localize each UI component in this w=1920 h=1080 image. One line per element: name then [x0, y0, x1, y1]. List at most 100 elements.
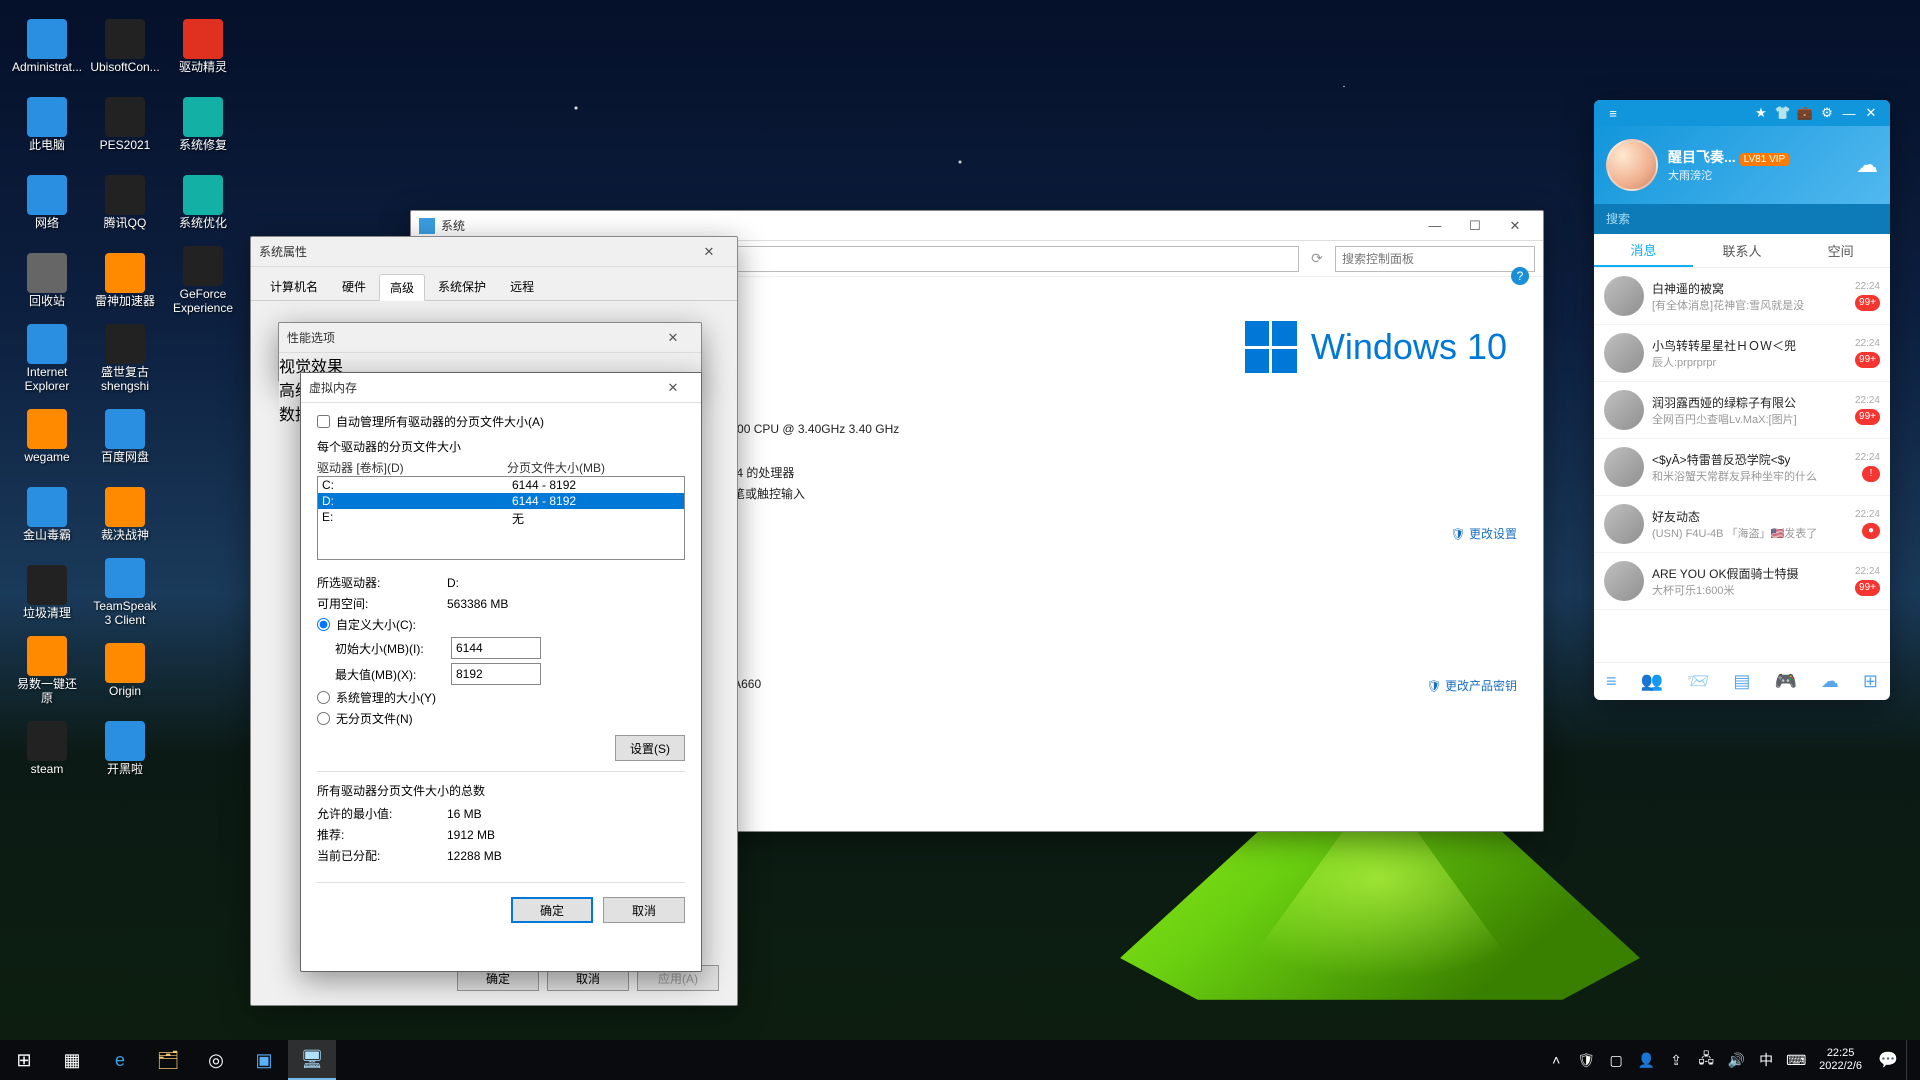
- close-button[interactable]: ✕: [1495, 212, 1535, 240]
- chat-item[interactable]: ARE YOU OK假面骑士特摄 大杯可乐1:600米 22:24 99+: [1594, 553, 1890, 610]
- desktop-icon[interactable]: 垃圾清理: [10, 556, 84, 630]
- tab[interactable]: 系统保护: [427, 273, 497, 300]
- gear-icon[interactable]: ⚙: [1816, 105, 1838, 121]
- tray-keyboard-icon[interactable]: ⌨: [1781, 1052, 1811, 1069]
- chat-item[interactable]: 好友动态 (USN) F4U-4B 「海盗」🇺🇸发表了 22:24 ●: [1594, 496, 1890, 553]
- action-center-icon[interactable]: 💬: [1870, 1050, 1906, 1070]
- close-button[interactable]: ✕: [653, 374, 693, 402]
- menu-icon[interactable]: ≡: [1606, 671, 1617, 692]
- tab[interactable]: 远程: [499, 273, 545, 300]
- mail-icon[interactable]: 📨: [1687, 671, 1709, 692]
- tray-network-icon[interactable]: 🖧: [1691, 1048, 1721, 1072]
- custom-size-input[interactable]: [317, 618, 330, 631]
- bag-icon[interactable]: 💼: [1794, 105, 1816, 121]
- chat-item[interactable]: 小鸟转转星星社ＨＯＷ＜兜 辰人:prprprpr 22:24 99+: [1594, 325, 1890, 382]
- desktop-icon[interactable]: PES2021: [88, 88, 162, 162]
- tray-ime-icon[interactable]: 中: [1751, 1050, 1781, 1070]
- tray-app-icon[interactable]: ▢: [1601, 1052, 1631, 1069]
- menu-icon[interactable]: ≡: [1602, 106, 1624, 121]
- system-managed-input[interactable]: [317, 691, 330, 704]
- desktop-icon[interactable]: 裁决战神: [88, 478, 162, 552]
- desktop-icon[interactable]: 盛世复古shengshi: [88, 322, 162, 396]
- avatar[interactable]: [1606, 139, 1658, 191]
- app-center-icon[interactable]: ▤: [1733, 671, 1750, 692]
- tray-shield-icon[interactable]: 🛡: [1571, 1052, 1601, 1069]
- clock[interactable]: 22:25 2022/2/6: [1811, 1047, 1870, 1073]
- chat-item[interactable]: 白神遥的被窝 [有全体消息]花神官:雪风就是没 22:24 99+: [1594, 268, 1890, 325]
- desktop-icon[interactable]: 百度网盘: [88, 400, 162, 474]
- chat-item[interactable]: 润羽露西娅的绿粽子有限公 全网百円尐查唱Lv.MaX:[图片] 22:24 99…: [1594, 382, 1890, 439]
- chat-item[interactable]: <$yĀ>特雷普反恐学院<$y 和米浴蟹天常群友异种坐牢的什么 22:24 !: [1594, 439, 1890, 496]
- search-input[interactable]: [1602, 208, 1882, 230]
- close-button[interactable]: ✕: [653, 324, 693, 352]
- start-button[interactable]: ⊞: [0, 1040, 48, 1080]
- help-icon[interactable]: ?: [1511, 267, 1529, 285]
- desktop-icon[interactable]: 系统优化: [166, 166, 240, 240]
- contacts-icon[interactable]: 👥: [1641, 671, 1663, 692]
- search-input[interactable]: [1335, 246, 1535, 272]
- change-product-key-link[interactable]: 🛡 更改产品密钥: [1426, 677, 1517, 694]
- tray-expand-icon[interactable]: ˄: [1541, 1052, 1571, 1068]
- desktop-icon[interactable]: wegame: [10, 400, 84, 474]
- drive-row[interactable]: D:6144 - 8192: [318, 493, 684, 509]
- close-icon[interactable]: ✕: [1860, 105, 1882, 121]
- auto-manage-checkbox[interactable]: 自动管理所有驱动器的分页文件大小(A): [317, 413, 685, 430]
- tray-volume-icon[interactable]: 🔊: [1721, 1052, 1751, 1069]
- titlebar[interactable]: 虚拟内存 ✕: [301, 373, 701, 403]
- weather-icon[interactable]: ☁: [1856, 152, 1878, 178]
- desktop-icon[interactable]: 驱动精灵: [166, 10, 240, 84]
- qq-tab[interactable]: 联系人: [1693, 234, 1792, 267]
- titlebar[interactable]: 性能选项 ✕: [279, 323, 701, 353]
- tray-usb-icon[interactable]: ⇪: [1661, 1052, 1691, 1069]
- task-view-button[interactable]: ▦: [48, 1040, 96, 1080]
- star-icon[interactable]: ★: [1750, 105, 1772, 121]
- system-managed-radio[interactable]: 系统管理的大小(Y): [317, 689, 685, 706]
- tray-people-icon[interactable]: 👤: [1631, 1052, 1661, 1069]
- custom-size-radio[interactable]: 自定义大小(C):: [317, 616, 685, 633]
- desktop-icon[interactable]: TeamSpeak 3 Client: [88, 556, 162, 630]
- drive-row[interactable]: C:6144 - 8192: [318, 477, 684, 493]
- desktop-icon[interactable]: 回收站: [10, 244, 84, 318]
- desktop-icon[interactable]: steam: [10, 712, 84, 786]
- cloud-icon[interactable]: ☁: [1821, 671, 1839, 692]
- change-settings-link[interactable]: 🛡 更改设置: [1450, 525, 1517, 542]
- close-button[interactable]: ✕: [689, 238, 729, 266]
- taskbar-app1[interactable]: ▣: [240, 1040, 288, 1080]
- drive-list[interactable]: C:6144 - 8192D:6144 - 8192E:无: [317, 476, 685, 560]
- show-desktop-button[interactable]: [1906, 1040, 1914, 1080]
- taskbar-app2[interactable]: 🖥: [288, 1040, 336, 1080]
- desktop-icon[interactable]: Origin: [88, 634, 162, 708]
- refresh-button[interactable]: ⟳: [1305, 247, 1329, 271]
- tab[interactable]: 硬件: [331, 273, 377, 300]
- max-size-input[interactable]: [451, 663, 541, 685]
- tab[interactable]: 高级: [379, 274, 425, 301]
- maximize-button[interactable]: ☐: [1455, 212, 1495, 240]
- initial-size-input[interactable]: [451, 637, 541, 659]
- drive-row[interactable]: E:无: [318, 509, 684, 528]
- desktop-icon[interactable]: 开黑啦: [88, 712, 162, 786]
- auto-manage-input[interactable]: [317, 415, 330, 428]
- cancel-button[interactable]: 取消: [603, 897, 685, 923]
- desktop-icon[interactable]: 易数一键还原: [10, 634, 84, 708]
- desktop-icon[interactable]: GeForce Experience: [166, 244, 240, 318]
- taskbar-obs[interactable]: ◎: [192, 1040, 240, 1080]
- tab[interactable]: 计算机名: [259, 273, 329, 300]
- desktop-icon[interactable]: Administrat...: [10, 10, 84, 84]
- desktop-icon[interactable]: 系统修复: [166, 88, 240, 162]
- qq-tab[interactable]: 空间: [1791, 234, 1890, 267]
- desktop-icon[interactable]: UbisoftCon...: [88, 10, 162, 84]
- qq-tab[interactable]: 消息: [1594, 234, 1693, 267]
- minimize-button[interactable]: —: [1415, 212, 1455, 240]
- desktop-icon[interactable]: Internet Explorer: [10, 322, 84, 396]
- no-paging-radio[interactable]: 无分页文件(N): [317, 710, 685, 727]
- desktop-icon[interactable]: 网络: [10, 166, 84, 240]
- desktop-icon[interactable]: 腾讯QQ: [88, 166, 162, 240]
- desktop-icon[interactable]: 此电脑: [10, 88, 84, 162]
- no-paging-input[interactable]: [317, 712, 330, 725]
- ok-button[interactable]: 确定: [511, 897, 593, 923]
- minimize-icon[interactable]: —: [1838, 106, 1860, 121]
- taskbar-explorer[interactable]: 🗂: [144, 1040, 192, 1080]
- game-icon[interactable]: 🎮: [1774, 671, 1796, 692]
- taskbar-ie[interactable]: e: [96, 1040, 144, 1080]
- desktop-icon[interactable]: 雷神加速器: [88, 244, 162, 318]
